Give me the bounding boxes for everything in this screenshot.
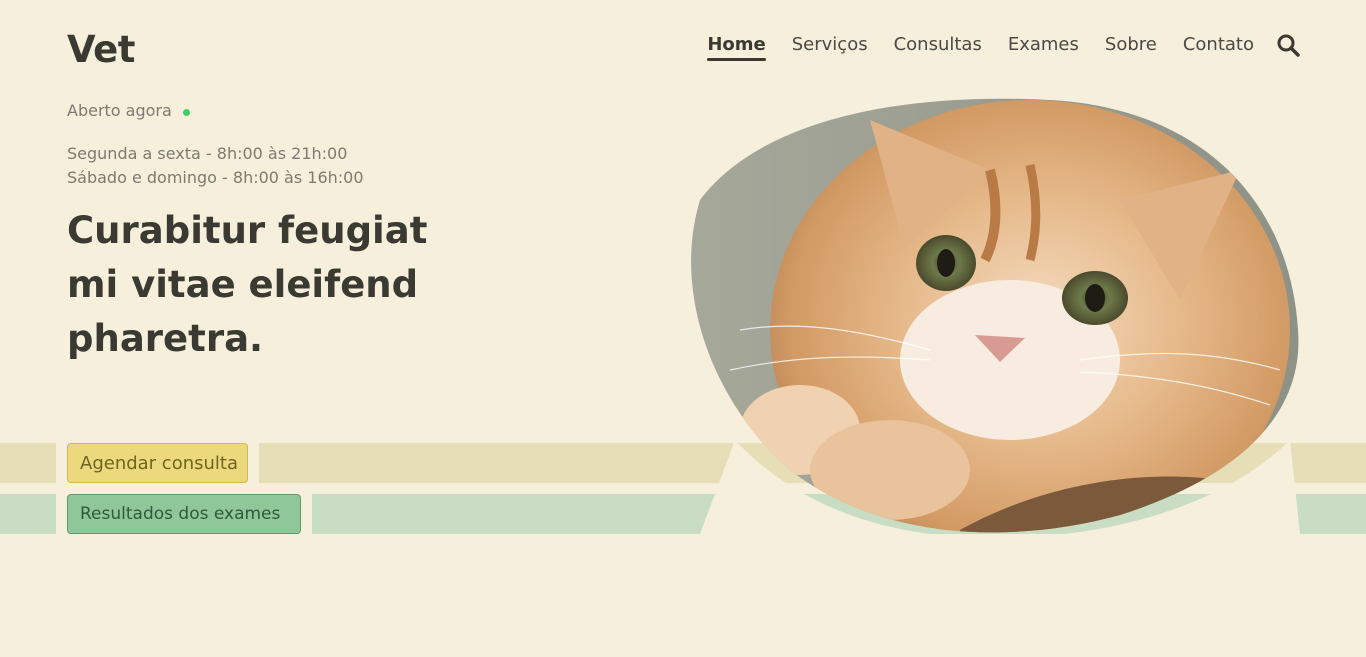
- main-nav: Home Serviços Consultas Exames Sobre Con…: [707, 34, 1300, 61]
- nav-item-sobre[interactable]: Sobre: [1105, 34, 1157, 61]
- open-indicator-dot: [182, 108, 190, 116]
- exam-results-button[interactable]: Resultados dos exames: [67, 494, 301, 534]
- nav-item-servicos[interactable]: Serviços: [792, 34, 868, 61]
- nav-item-home[interactable]: Home: [707, 34, 767, 61]
- opening-hours: Segunda a sexta - 8h:00 às 21h:00 Sábado…: [67, 142, 364, 190]
- hero-headline: Curabitur feugiat mi vitae eleifend phar…: [67, 204, 467, 366]
- nav-item-exames[interactable]: Exames: [1008, 34, 1079, 61]
- open-status: Aberto agora: [67, 101, 190, 120]
- search-button[interactable]: [1276, 33, 1300, 57]
- headline-line: pharetra.: [67, 317, 264, 360]
- hours-weekend: Sábado e domingo - 8h:00 às 16h:00: [67, 168, 364, 187]
- nav-item-consultas[interactable]: Consultas: [894, 34, 982, 61]
- search-icon: [1277, 34, 1300, 57]
- open-status-label: Aberto agora: [67, 101, 172, 120]
- page: Vet Home Serviços Consultas Exames Sobre…: [0, 0, 1366, 657]
- hours-weekdays: Segunda a sexta - 8h:00 às 21h:00: [67, 144, 348, 163]
- headline-line: mi vitae eleifend: [67, 263, 419, 306]
- nav-item-contato[interactable]: Contato: [1183, 34, 1254, 61]
- site-logo[interactable]: Vet: [67, 28, 135, 71]
- headline-line: Curabitur feugiat: [67, 209, 428, 252]
- schedule-appointment-button[interactable]: Agendar consulta: [67, 443, 248, 483]
